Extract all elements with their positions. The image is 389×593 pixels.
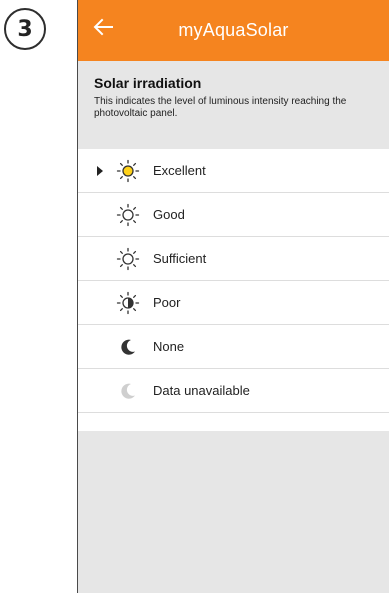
arrow-left-icon	[93, 18, 113, 41]
list-bottom-padding	[78, 413, 389, 431]
info-description: This indicates the level of luminous int…	[94, 96, 347, 119]
sun-yellow-icon	[116, 159, 140, 183]
back-button[interactable]	[86, 14, 120, 44]
level-item-good[interactable]: Good	[78, 193, 389, 237]
level-item-poor[interactable]: Poor	[78, 281, 389, 325]
sun-half-icon	[116, 291, 140, 315]
info-title: Solar irradiation	[94, 75, 202, 91]
level-item-none[interactable]: None	[78, 325, 389, 369]
phone-screen: myAquaSolar Solar irradiation This indic…	[77, 0, 389, 593]
level-item-data-unavailable[interactable]: Data unavailable	[78, 369, 389, 413]
app-title: myAquaSolar	[178, 20, 289, 40]
sun-outline-icon	[116, 203, 140, 227]
moon-grey-icon	[116, 379, 140, 403]
level-item-excellent[interactable]: Excellent	[78, 149, 389, 193]
level-label: Good	[153, 207, 185, 222]
step-number-badge: 3	[4, 8, 46, 50]
info-section: Solar irradiation This indicates the lev…	[78, 61, 389, 149]
app-bar: myAquaSolar	[78, 0, 389, 61]
level-label: Excellent	[153, 163, 206, 178]
level-label: None	[153, 339, 185, 354]
moon-icon	[116, 335, 140, 359]
level-label: Sufficient	[153, 251, 207, 266]
level-label: Poor	[153, 295, 181, 310]
sun-outline-icon	[116, 247, 140, 271]
level-label: Data unavailable	[153, 383, 250, 398]
level-item-sufficient[interactable]: Sufficient	[78, 237, 389, 281]
current-level-pointer-icon	[97, 166, 103, 176]
irradiation-level-list: Excellent Good Sufficient Poor None Data…	[78, 149, 389, 431]
